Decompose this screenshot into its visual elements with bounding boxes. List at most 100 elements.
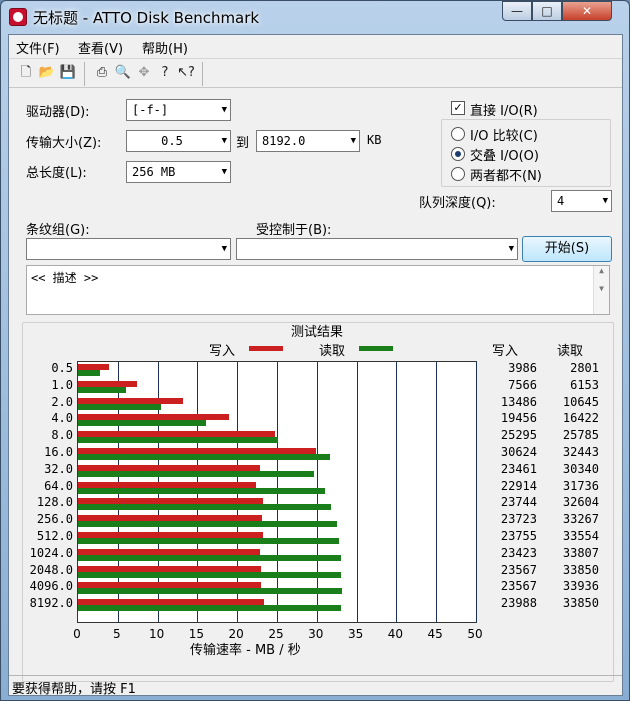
drive-select[interactable]: [-f-] ▼ [126, 99, 231, 121]
y-tick-label: 8.0 [51, 428, 73, 443]
close-button[interactable]: ✕ [562, 1, 612, 21]
description-field[interactable]: << 描述 >> ▲ ▼ [26, 265, 610, 315]
overlapped-io-radio[interactable] [451, 147, 465, 161]
stripe-group-select[interactable]: ▼ [26, 238, 231, 260]
write-value: 3986 [508, 361, 537, 375]
queue-depth-select[interactable]: 4 ▼ [551, 190, 612, 212]
menu-view[interactable]: 查看(V) [78, 38, 123, 57]
toolbar-separator [202, 62, 203, 86]
y-tick-label: 64.0 [44, 478, 73, 493]
total-length-select[interactable]: 256 MB ▼ [126, 161, 231, 183]
print-icon[interactable]: ⎙ [93, 64, 111, 82]
read-value: 6153 [570, 377, 599, 392]
stripe-group-label: 条纹组(G): [26, 223, 90, 238]
read-bar [78, 571, 342, 578]
y-tick-label: 4.0 [51, 411, 73, 426]
read-bar [78, 504, 332, 511]
menu-help[interactable]: 帮助(H) [142, 38, 188, 57]
start-button[interactable]: 开始(S) [522, 236, 612, 262]
read-value: 33936 [562, 579, 599, 594]
y-tick-label: 32.0 [44, 461, 73, 476]
legend-write-swatch [249, 346, 283, 351]
chevron-down-icon: ▼ [350, 136, 356, 146]
chevron-down-icon: ▼ [221, 105, 227, 115]
chevron-down-icon: ▼ [602, 196, 608, 206]
toolbar-separator [84, 62, 85, 86]
read-bar [78, 420, 206, 427]
total-length-label: 总长度(L): [26, 166, 87, 181]
write-value: 23567 [500, 579, 537, 594]
app-window: 无标题 - ATTO Disk Benchmark — □ ✕ 文件(F) 查看… [0, 0, 630, 701]
x-tick-label: 10 [148, 627, 165, 641]
context-help-icon[interactable]: ↖? [177, 64, 195, 82]
read-bar [78, 370, 100, 376]
transfer-to-select[interactable]: 8192.0 ▼ [256, 130, 360, 152]
direct-io-checkbox[interactable]: ✓ [451, 101, 465, 115]
read-bar [78, 386, 126, 393]
legend-read-label: 读取 [319, 344, 346, 359]
results-title: 测试结果 [291, 325, 344, 340]
read-value: 10645 [562, 394, 599, 409]
description-text: << 描述 >> [31, 271, 99, 285]
write-value: 23744 [500, 495, 537, 510]
kb-label: KB [367, 133, 382, 147]
read-bar [78, 605, 342, 612]
chart-gridline [476, 362, 477, 622]
title-bar[interactable]: 无标题 - ATTO Disk Benchmark — □ ✕ [1, 1, 629, 33]
transfer-size-label: 传输大小(Z): [26, 136, 102, 151]
x-tick-label: 25 [268, 627, 284, 641]
neither-radio[interactable] [451, 167, 465, 181]
minimize-button[interactable]: — [502, 1, 532, 21]
new-icon[interactable]: 🗋 [17, 64, 35, 82]
x-tick-label: 35 [347, 627, 364, 641]
controlled-by-select[interactable]: ▼ [236, 238, 518, 260]
write-value: 22914 [500, 478, 537, 493]
read-bar [78, 437, 279, 444]
read-value: 31736 [562, 478, 599, 493]
write-value: 23755 [500, 529, 537, 543]
read-value: 32443 [562, 445, 599, 459]
x-tick-label: 30 [308, 627, 324, 641]
io-mode-group: I/O 比较(C) 交叠 I/O(O) 两者都不(N) [441, 119, 611, 187]
status-bar: 要获得帮助，请按 F1 [9, 675, 622, 697]
read-value: 30340 [562, 461, 599, 476]
chart-gridline [436, 362, 438, 622]
chart-plot-area [77, 361, 477, 623]
transfer-from-select[interactable]: 0.5 ▼ [126, 130, 231, 152]
read-value: 16422 [562, 411, 599, 426]
write-value: 7566 [508, 377, 537, 392]
write-value: 25295 [500, 428, 537, 443]
read-value: 25785 [562, 428, 599, 443]
x-tick-label: 40 [387, 627, 404, 641]
chart-gridline [356, 362, 358, 622]
y-tick-label: 512.0 [36, 529, 73, 543]
read-bar [78, 403, 161, 410]
print-preview-icon[interactable]: 🔍 [114, 64, 132, 82]
io-compare-radio[interactable] [451, 127, 465, 141]
write-value: 23988 [500, 596, 537, 611]
read-bar [78, 554, 341, 561]
x-tick-label: 15 [188, 627, 205, 641]
open-icon[interactable]: 📂 [38, 64, 56, 82]
legend-read-swatch [359, 346, 393, 351]
client-area: 文件(F) 查看(V) 帮助(H) 🗋 📂 💾 ⎙ 🔍 ✥ ? ↖? 驱动器(D… [8, 34, 623, 697]
x-tick-label: 20 [228, 627, 244, 641]
y-tick-label: 2048.0 [29, 562, 73, 577]
y-tick-label: 2.0 [51, 394, 73, 409]
write-value: 23723 [500, 512, 537, 527]
controlled-by-label: 受控制于(B): [256, 223, 332, 238]
toolbar: 🗋 📂 💾 ⎙ 🔍 ✥ ? ↖? [9, 58, 622, 88]
x-tick-label: 50 [467, 627, 483, 641]
save-icon[interactable]: 💾 [59, 64, 77, 82]
move-icon[interactable]: ✥ [135, 64, 153, 82]
y-tick-label: 16.0 [44, 445, 73, 459]
read-value: 33267 [562, 512, 599, 527]
menu-file[interactable]: 文件(F) [16, 38, 60, 57]
read-bar [78, 538, 339, 544]
chevron-down-icon: ▼ [221, 136, 227, 146]
description-scrollbar[interactable]: ▲ ▼ [593, 266, 609, 314]
maximize-button[interactable]: □ [532, 1, 562, 21]
help-icon[interactable]: ? [156, 64, 174, 82]
read-bar [78, 454, 331, 460]
drive-label: 驱动器(D): [26, 105, 90, 120]
